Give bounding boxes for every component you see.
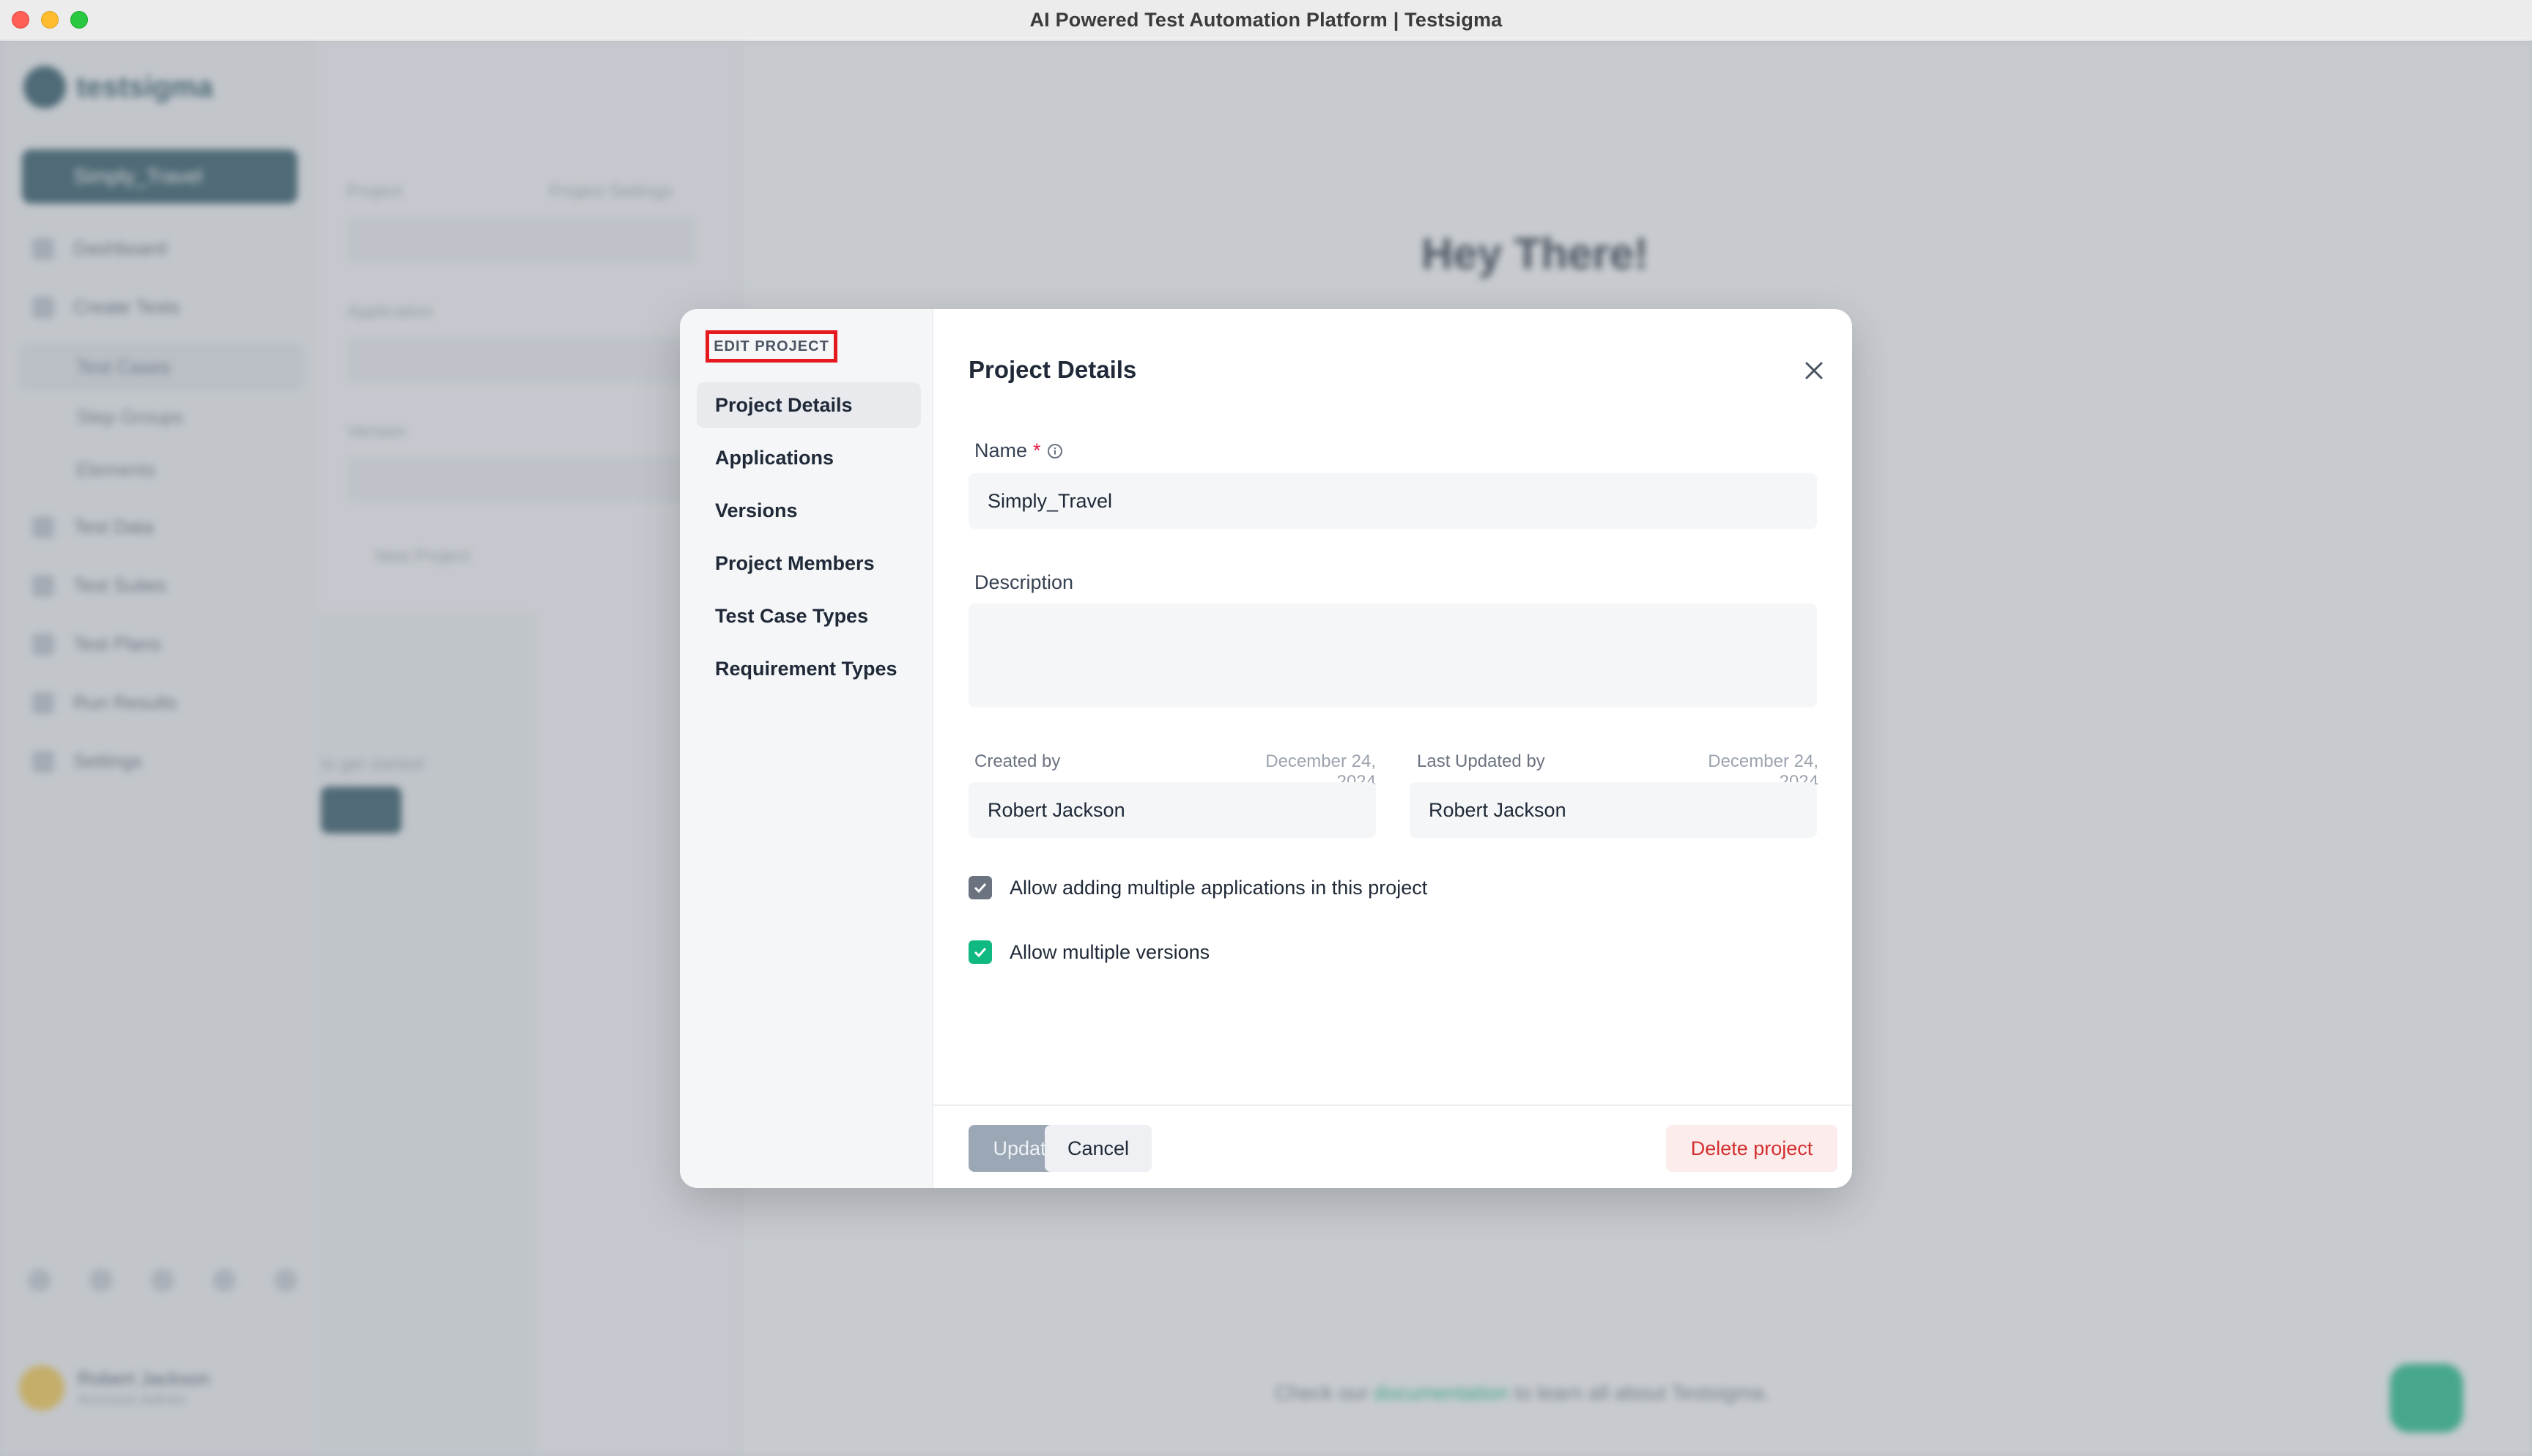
updated-by-field xyxy=(1410,782,1817,838)
window-controls xyxy=(12,11,88,29)
cancel-button[interactable]: Cancel xyxy=(1045,1125,1152,1172)
nav-project-members[interactable]: Project Members xyxy=(697,541,921,586)
close-icon[interactable] xyxy=(1801,357,1827,384)
multi-versions-option[interactable]: Allow multiple versions xyxy=(969,940,1210,964)
nav-requirement-types[interactable]: Requirement Types xyxy=(697,646,921,691)
created-by-field xyxy=(969,782,1376,838)
modal-side-nav: EDIT PROJECT Project Details Application… xyxy=(680,309,933,1188)
check-icon xyxy=(974,883,987,894)
project-name-input[interactable] xyxy=(969,473,1817,529)
nav-test-case-types[interactable]: Test Case Types xyxy=(697,593,921,639)
close-window-button[interactable] xyxy=(12,11,29,29)
modal-main: Project Details Name * Description Creat… xyxy=(933,309,1852,1188)
window-titlebar: AI Powered Test Automation Platform | Te… xyxy=(0,0,2532,41)
maximize-window-button[interactable] xyxy=(70,11,88,29)
description-field-label: Description xyxy=(974,571,1074,593)
name-field-label: Name * xyxy=(974,439,1063,462)
multi-apps-checkbox[interactable] xyxy=(969,876,992,899)
created-by-label: Created by xyxy=(974,751,1061,771)
multi-versions-label: Allow multiple versions xyxy=(1010,940,1210,963)
description-textarea[interactable] xyxy=(969,603,1817,707)
updated-by-label: Last Updated by xyxy=(1417,751,1545,771)
delete-project-button[interactable]: Delete project xyxy=(1666,1125,1837,1172)
info-icon[interactable] xyxy=(1047,443,1063,459)
modal-footer: Update Cancel Delete project xyxy=(933,1104,1852,1188)
edit-project-modal: EDIT PROJECT Project Details Application… xyxy=(680,309,1852,1188)
modal-title: Project Details xyxy=(969,356,1137,383)
multi-apps-option[interactable]: Allow adding multiple applications in th… xyxy=(969,876,1427,899)
minimize-window-button[interactable] xyxy=(41,11,59,29)
check-icon xyxy=(974,947,987,958)
multi-apps-label: Allow adding multiple applications in th… xyxy=(1010,876,1428,899)
nav-project-details[interactable]: Project Details xyxy=(697,382,921,428)
required-marker: * xyxy=(1033,439,1041,461)
nav-applications[interactable]: Applications xyxy=(697,435,921,480)
nav-versions[interactable]: Versions xyxy=(697,488,921,533)
multi-versions-checkbox[interactable] xyxy=(969,940,992,964)
window-title: AI Powered Test Automation Platform | Te… xyxy=(1029,8,1503,31)
edit-project-label: EDIT PROJECT xyxy=(706,330,837,363)
